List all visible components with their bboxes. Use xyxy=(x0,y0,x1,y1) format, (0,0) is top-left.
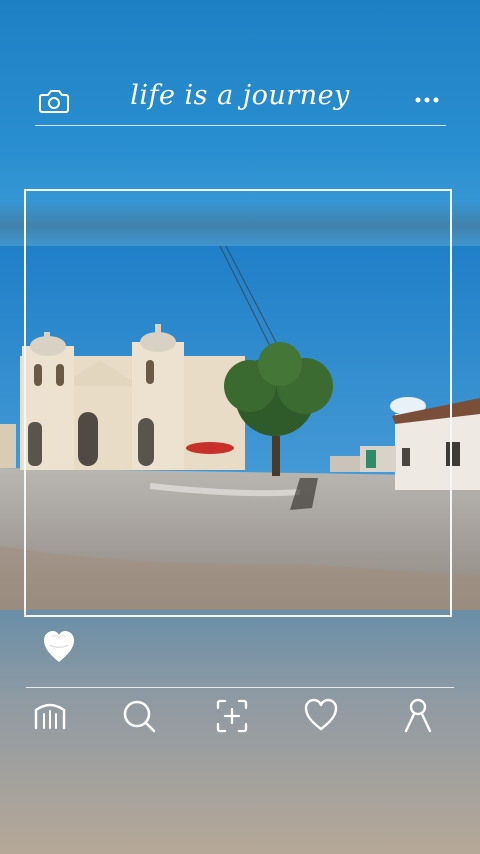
page-title: life is a journey xyxy=(130,80,350,111)
search-icon[interactable] xyxy=(119,696,159,736)
header: life is a journey xyxy=(0,78,480,128)
bottom-nav xyxy=(0,696,480,740)
header-divider xyxy=(35,125,446,126)
background-blur-top xyxy=(0,200,480,250)
more-dots-icon[interactable] xyxy=(412,90,444,110)
home-icon[interactable] xyxy=(30,696,70,736)
post-photo[interactable] xyxy=(0,246,480,610)
nav-divider xyxy=(26,687,454,688)
add-post-icon[interactable] xyxy=(212,696,252,736)
profile-icon[interactable] xyxy=(398,696,438,736)
heart-outline-icon[interactable] xyxy=(301,696,341,736)
heart-icon[interactable] xyxy=(42,627,76,665)
